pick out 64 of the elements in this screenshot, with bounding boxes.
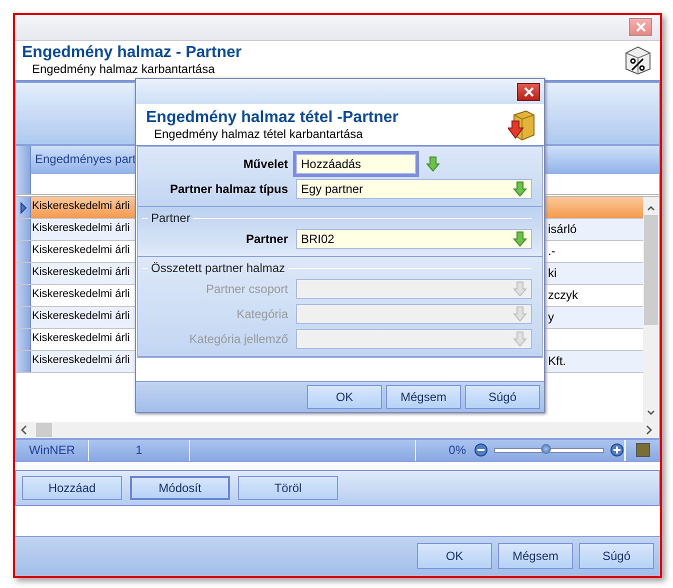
zoom-in-icon[interactable] xyxy=(610,443,624,458)
dropdown-field[interactable]: BRI02 xyxy=(296,229,532,249)
row-header[interactable] xyxy=(16,197,31,218)
down-arrow-icon[interactable] xyxy=(513,231,527,247)
close-icon xyxy=(524,86,534,96)
zoom-out-icon[interactable] xyxy=(474,443,488,458)
box-arrow-icon xyxy=(508,108,536,140)
horizontal-scrollbar[interactable] xyxy=(16,422,659,438)
table-cell-text: Kiskereskedelmi árli xyxy=(31,287,131,302)
dropdown-field[interactable]: Egy partner xyxy=(296,179,532,199)
close-icon xyxy=(636,22,646,32)
row-header xyxy=(16,146,31,174)
scroll-up-icon[interactable] xyxy=(646,203,656,214)
table-cell-text: Kiskereskedelmi árli xyxy=(31,331,131,346)
table-cell-text: y xyxy=(547,309,555,326)
group-title: Összetett partner halmaz xyxy=(151,261,286,275)
table-cell-text: zczyk xyxy=(547,287,579,304)
field-label: Partner halmaz típus xyxy=(168,182,289,196)
dialog-button[interactable]: OK xyxy=(307,385,382,409)
action-button[interactable]: Töröl xyxy=(238,476,338,500)
scroll-down-icon[interactable] xyxy=(646,408,656,418)
table-cell-text: ki xyxy=(547,265,558,282)
zoom-percent: 0% xyxy=(448,442,467,460)
table-cell-text: Kft. xyxy=(547,353,568,370)
dialog-button[interactable]: Mégsem xyxy=(386,385,461,409)
table-cell-text: Kiskereskedelmi árli xyxy=(31,353,131,368)
row-header xyxy=(16,174,31,194)
table-cell-text: Kiskereskedelmi árli xyxy=(31,221,131,236)
percent-box-icon xyxy=(624,45,652,76)
table-cell-text: Kiskereskedelmi árli xyxy=(31,199,131,214)
dialog-button[interactable]: OK xyxy=(417,543,492,570)
table-cell-text: Kiskereskedelmi árli xyxy=(31,243,131,258)
status-count: 1 xyxy=(89,440,190,462)
scroll-left-icon[interactable] xyxy=(20,424,28,435)
field-label: Kategória xyxy=(236,307,289,321)
dialog-button[interactable]: Mégsem xyxy=(498,543,573,570)
table-cell-text: isárló xyxy=(547,221,578,238)
table-cell-text: Kiskereskedelmi árli xyxy=(31,265,131,280)
group-title: Partner xyxy=(151,211,190,225)
scroll-right-icon[interactable] xyxy=(645,424,653,435)
dialog-button[interactable]: Súgó xyxy=(465,385,540,409)
dropdown-field[interactable]: Hozzáadás xyxy=(296,154,416,174)
field-label: Partner xyxy=(244,232,289,246)
color-swatch-icon xyxy=(636,443,650,458)
dialog-button[interactable]: Súgó xyxy=(579,543,654,570)
window-subtitle: Engedmény halmaz karbantartása xyxy=(32,62,216,76)
dialog-title: Engedmény halmaz tétel -Partner xyxy=(146,108,399,126)
down-arrow-icon[interactable] xyxy=(426,156,440,172)
action-button[interactable]: Hozzáad xyxy=(22,476,122,500)
scroll-thumb[interactable] xyxy=(36,422,52,437)
scroll-thumb[interactable] xyxy=(644,215,658,326)
window-title: Engedmény halmaz - Partner xyxy=(22,44,242,62)
field-label: Művelet xyxy=(242,157,289,171)
dialog-subtitle: Engedmény halmaz tétel karbantartása xyxy=(154,126,364,140)
close-button[interactable] xyxy=(517,82,540,100)
row-pointer-icon xyxy=(20,202,26,214)
field-label: Partner csoport xyxy=(204,282,289,296)
field-label: Kategória jellemző xyxy=(188,332,289,346)
down-arrow-icon[interactable] xyxy=(513,181,527,197)
status-app: WinNER xyxy=(16,440,89,462)
table-cell-text: Kiskereskedelmi árli xyxy=(31,309,131,324)
action-button[interactable]: Módosít xyxy=(130,476,230,500)
vertical-scrollbar[interactable] xyxy=(643,197,659,422)
table-cell-text: .- xyxy=(547,243,556,260)
